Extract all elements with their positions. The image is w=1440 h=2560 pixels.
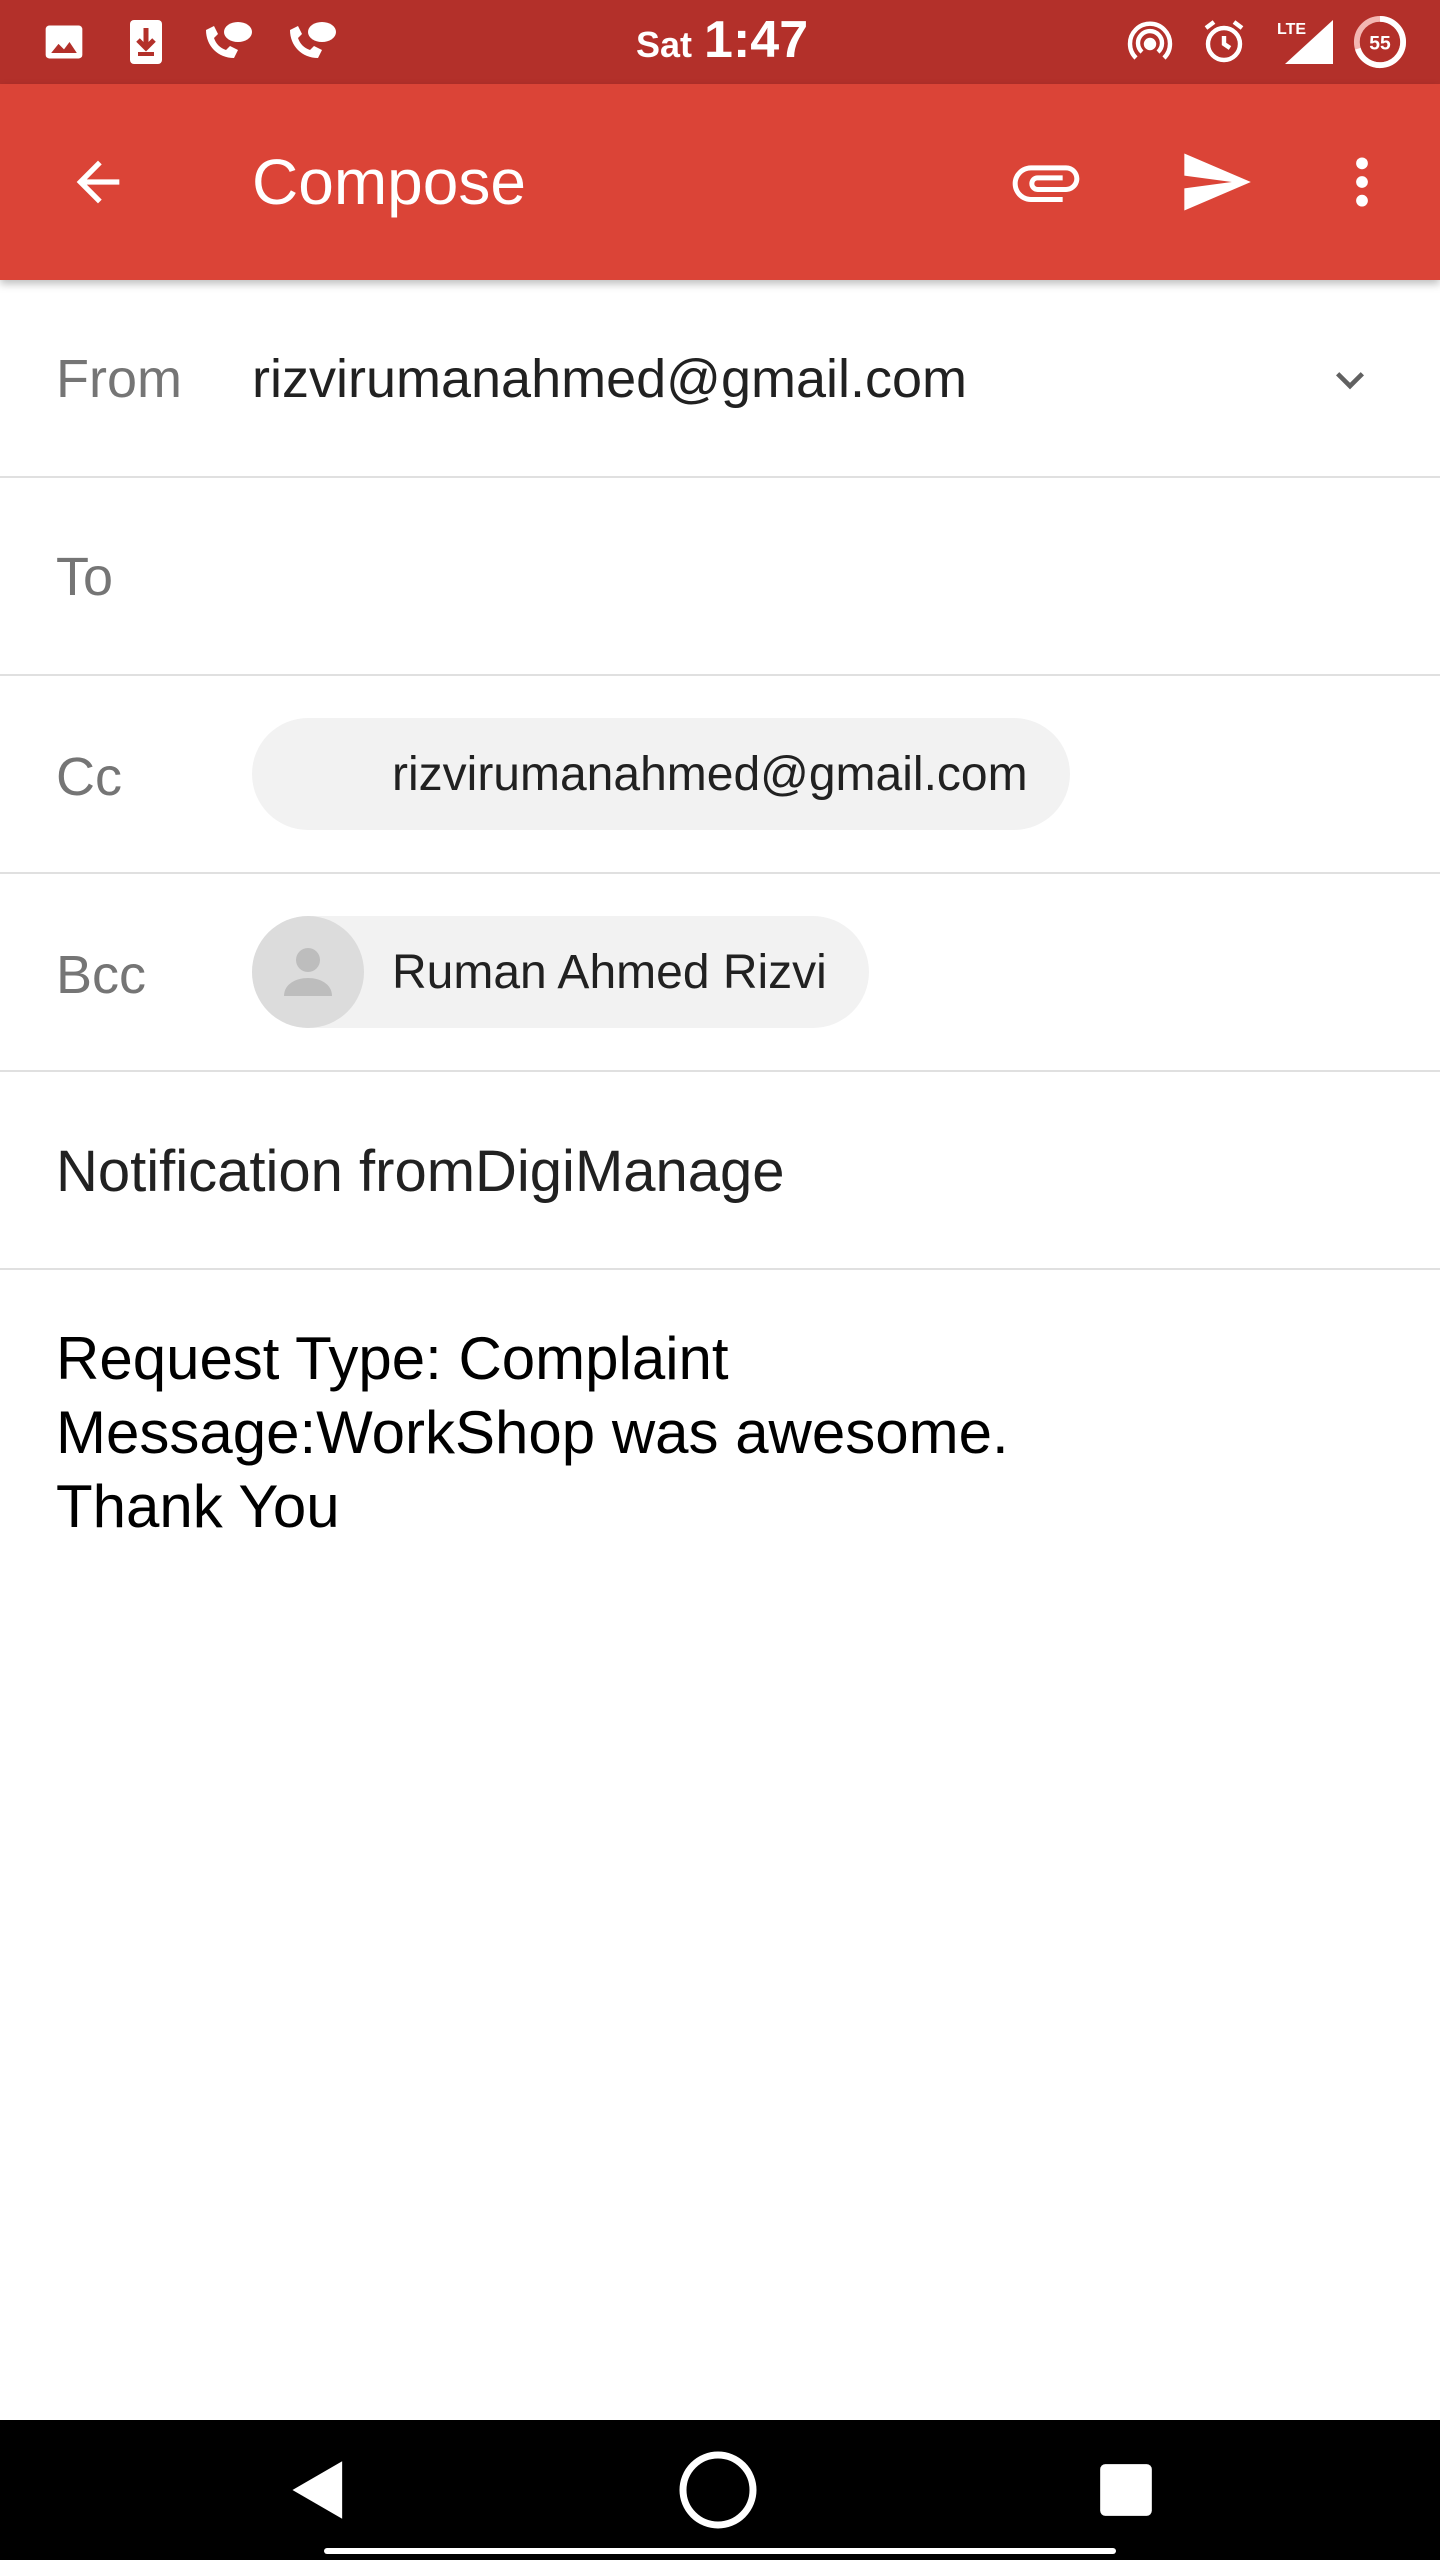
nav-home-button[interactable] <box>658 2440 778 2540</box>
to-input[interactable] <box>252 518 1392 638</box>
from-dropdown-button[interactable] <box>1300 330 1400 430</box>
send-icon <box>1184 153 1251 211</box>
bcc-row: Bcc Ruman Ahmed Rizvi <box>0 874 1440 1072</box>
image-icon <box>36 14 92 70</box>
back-triangle-icon <box>292 2461 343 2519</box>
bcc-recipient-chip[interactable]: Ruman Ahmed Rizvi <box>252 916 869 1028</box>
message-body[interactable]: Request Type: Complaint Message:WorkShop… <box>56 1322 1386 1544</box>
body-line: Thank You <box>56 1473 340 1540</box>
chevron-down-icon <box>1336 372 1364 390</box>
more-vert-icon <box>1356 157 1368 207</box>
status-bar: Sat 1:47 LTE 55 <box>0 0 1440 84</box>
cc-label: Cc <box>56 747 122 807</box>
cc-recipient-text: rizvirumanahmed@gmail.com <box>392 747 1028 801</box>
back-arrow-icon <box>76 160 120 204</box>
nav-recents-button[interactable] <box>1066 2440 1186 2540</box>
alarm-icon <box>1196 14 1252 70</box>
nav-back-button[interactable] <box>256 2440 376 2540</box>
attach-icon <box>1012 165 1080 202</box>
signal-icon: LTE <box>1270 14 1340 70</box>
home-circle-icon <box>679 2451 757 2529</box>
attach-button[interactable] <box>986 122 1106 242</box>
person-icon <box>284 948 332 996</box>
hotspot-icon <box>1122 14 1178 70</box>
battery-icon: 55 <box>1352 14 1408 70</box>
call-message-icon <box>198 14 254 70</box>
cc-row: Cc rizvirumanahmed@gmail.com <box>0 676 1440 874</box>
more-options-button[interactable] <box>1302 122 1422 242</box>
download-icon <box>118 14 174 70</box>
battery-level: 55 <box>1369 34 1391 55</box>
to-row: To <box>0 478 1440 676</box>
send-button[interactable] <box>1156 122 1276 242</box>
from-row[interactable]: From rizvirumanahmed@gmail.com <box>0 280 1440 478</box>
time-label: 1:47 <box>704 11 809 69</box>
from-label: From <box>56 349 182 409</box>
cc-recipient-chip[interactable]: rizvirumanahmed@gmail.com <box>252 718 1070 830</box>
network-label: LTE <box>1277 21 1306 38</box>
to-label: To <box>56 547 114 607</box>
back-button[interactable] <box>38 122 158 242</box>
body-line: Request Type: Complaint <box>56 1325 729 1392</box>
gesture-indicator <box>324 2548 1116 2554</box>
navigation-bar <box>0 2420 1440 2560</box>
subject-field[interactable]: Notification fromDigiManage <box>56 1138 785 1205</box>
day-label: Sat <box>636 24 693 65</box>
call-message-icon <box>282 14 338 70</box>
page-title: Compose <box>252 146 526 218</box>
clock: Sat 1:47 <box>636 10 808 74</box>
bcc-recipient-text: Ruman Ahmed Rizvi <box>392 945 827 999</box>
bcc-label: Bcc <box>56 945 147 1005</box>
subject-row: Notification fromDigiManage <box>0 1072 1440 1270</box>
app-bar: Compose <box>0 84 1440 280</box>
body-line: Message:WorkShop was awesome. <box>56 1399 1009 1466</box>
avatar <box>252 916 364 1028</box>
recents-square-icon <box>1100 2464 1152 2516</box>
from-value[interactable]: rizvirumanahmed@gmail.com <box>252 348 967 410</box>
